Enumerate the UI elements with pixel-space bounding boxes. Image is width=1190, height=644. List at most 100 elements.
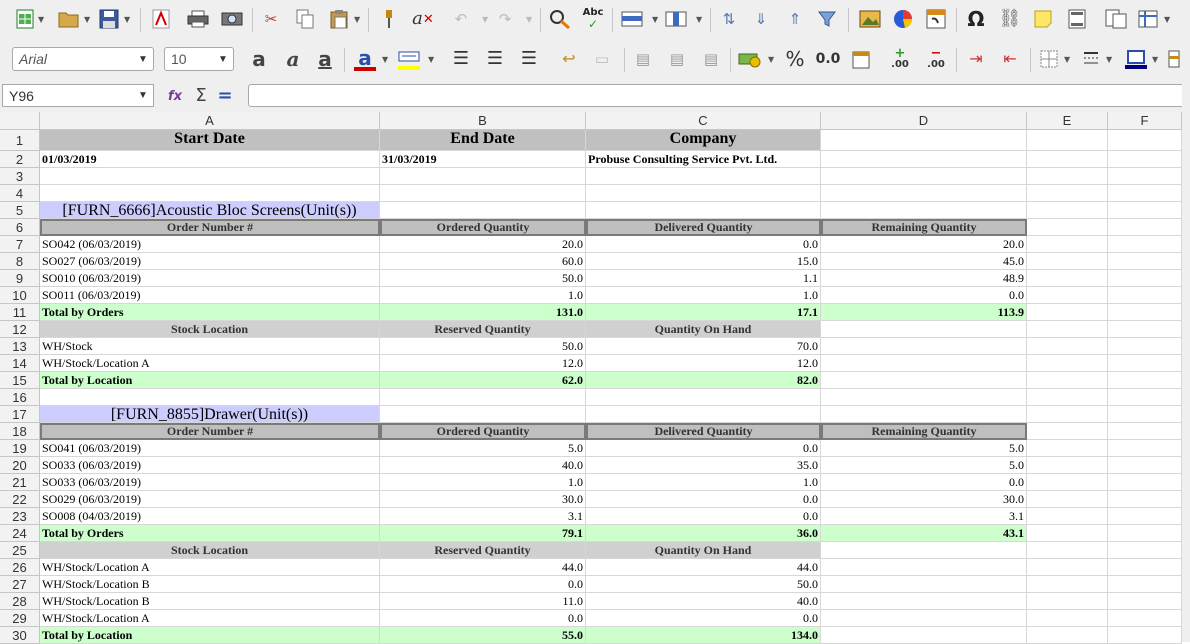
save-icon[interactable]: [98, 8, 120, 30]
empty-cell[interactable]: [821, 576, 1027, 593]
empty-cell[interactable]: [1027, 508, 1108, 525]
row-header[interactable]: 27: [0, 576, 40, 593]
new-document-icon[interactable]: [14, 8, 36, 30]
order-number-cell[interactable]: SO042 (06/03/2019): [40, 236, 380, 253]
column-header[interactable]: E: [1027, 112, 1108, 130]
empty-cell[interactable]: [380, 202, 586, 219]
empty-cell[interactable]: [1027, 491, 1108, 508]
product-section-title[interactable]: [FURN_6666]Acoustic Bloc Screens(Unit(s)…: [40, 202, 380, 219]
location-total-cell[interactable]: Total by Location: [40, 372, 380, 389]
empty-cell[interactable]: [1027, 202, 1108, 219]
define-print-area-icon[interactable]: [1104, 8, 1128, 30]
empty-cell[interactable]: [1027, 185, 1108, 202]
empty-cell[interactable]: [1027, 440, 1108, 457]
redo-icon[interactable]: ↷: [494, 8, 516, 30]
undo-dropdown-icon[interactable]: ▼: [482, 15, 488, 24]
order-quantity-cell[interactable]: 0.0: [821, 287, 1027, 304]
order-quantity-cell[interactable]: 1.0: [586, 474, 821, 491]
align-center-icon[interactable]: ☰: [484, 48, 506, 70]
clone-formatting-icon[interactable]: [378, 8, 400, 30]
location-total-cell[interactable]: 55.0: [380, 627, 586, 644]
order-quantity-cell[interactable]: 1.1: [586, 270, 821, 287]
order-quantity-cell[interactable]: 0.0: [586, 236, 821, 253]
empty-cell[interactable]: [1108, 576, 1182, 593]
order-quantity-cell[interactable]: 5.0: [380, 440, 586, 457]
location-quantity-cell[interactable]: 40.0: [586, 593, 821, 610]
name-box[interactable]: Y96 ▼: [2, 84, 154, 107]
order-quantity-cell[interactable]: 50.0: [380, 270, 586, 287]
empty-cell[interactable]: [821, 151, 1027, 168]
empty-cell[interactable]: [821, 202, 1027, 219]
order-column-header[interactable]: Order Number #: [40, 219, 380, 236]
order-quantity-cell[interactable]: 15.0: [586, 253, 821, 270]
empty-cell[interactable]: [821, 559, 1027, 576]
end-date-value[interactable]: 31/03/2019: [380, 151, 586, 168]
order-total-cell[interactable]: 79.1: [380, 525, 586, 542]
empty-cell[interactable]: [821, 130, 1027, 151]
font-color-icon[interactable]: a: [352, 46, 378, 74]
row-header[interactable]: 30: [0, 627, 40, 644]
align-right-icon[interactable]: ☰: [518, 48, 540, 70]
border-color-dropdown-icon[interactable]: ▼: [1152, 55, 1158, 64]
empty-cell[interactable]: [1027, 168, 1108, 185]
empty-cell[interactable]: [1027, 130, 1108, 151]
empty-cell[interactable]: [821, 338, 1027, 355]
empty-cell[interactable]: [1108, 491, 1182, 508]
product-section-title[interactable]: [FURN_8855]Drawer(Unit(s)): [40, 406, 380, 423]
order-quantity-cell[interactable]: 48.9: [821, 270, 1027, 287]
order-total-cell[interactable]: 131.0: [380, 304, 586, 321]
order-number-cell[interactable]: SO010 (06/03/2019): [40, 270, 380, 287]
location-quantity-cell[interactable]: 44.0: [586, 559, 821, 576]
highlight-color-icon[interactable]: [396, 48, 422, 72]
empty-cell[interactable]: [1108, 610, 1182, 627]
location-quantity-cell[interactable]: 12.0: [380, 355, 586, 372]
empty-cell[interactable]: [380, 406, 586, 423]
formula-equals-icon[interactable]: =: [214, 86, 236, 106]
empty-cell[interactable]: [1027, 610, 1108, 627]
order-quantity-cell[interactable]: 5.0: [821, 457, 1027, 474]
empty-cell[interactable]: [1108, 253, 1182, 270]
clear-formatting-icon[interactable]: a ✕: [410, 8, 436, 30]
location-total-cell[interactable]: 62.0: [380, 372, 586, 389]
font-size-combobox[interactable]: 10 ▼: [164, 47, 234, 71]
order-quantity-cell[interactable]: 1.0: [380, 287, 586, 304]
order-number-cell[interactable]: SO011 (06/03/2019): [40, 287, 380, 304]
empty-cell[interactable]: [1108, 236, 1182, 253]
number-format-icon[interactable]: 0.0: [814, 48, 842, 70]
empty-cell[interactable]: [1027, 576, 1108, 593]
empty-cell[interactable]: [1027, 389, 1108, 406]
order-quantity-cell[interactable]: 20.0: [821, 236, 1027, 253]
row-header[interactable]: 9: [0, 270, 40, 287]
empty-cell[interactable]: [821, 542, 1027, 559]
empty-cell[interactable]: [1027, 219, 1108, 236]
comment-icon[interactable]: [1032, 8, 1054, 30]
order-quantity-cell[interactable]: 1.0: [380, 474, 586, 491]
row-header[interactable]: 14: [0, 355, 40, 372]
column-dropdown-icon[interactable]: ▼: [696, 15, 702, 24]
row-header[interactable]: 13: [0, 338, 40, 355]
order-total-cell[interactable]: Total by Orders: [40, 304, 380, 321]
freeze-rows-columns-icon[interactable]: [1136, 8, 1160, 30]
end-date-label[interactable]: End Date: [380, 130, 586, 151]
location-total-cell[interactable]: 82.0: [586, 372, 821, 389]
add-decimal-icon[interactable]: + .00: [886, 46, 914, 72]
open-folder-icon[interactable]: [58, 8, 80, 30]
empty-cell[interactable]: [1108, 440, 1182, 457]
column-header[interactable]: D: [821, 112, 1027, 130]
row-header[interactable]: 24: [0, 525, 40, 542]
font-name-combobox[interactable]: Arial ▼: [12, 47, 154, 71]
row-header[interactable]: 2: [0, 151, 40, 168]
order-column-header[interactable]: Remaining Quantity: [821, 219, 1027, 236]
merge-cells-icon[interactable]: ▭: [590, 48, 614, 70]
location-quantity-cell[interactable]: 50.0: [586, 576, 821, 593]
order-quantity-cell[interactable]: 30.0: [821, 491, 1027, 508]
undo-icon[interactable]: ↶: [450, 8, 472, 30]
empty-cell[interactable]: [1108, 457, 1182, 474]
empty-cell[interactable]: [1108, 389, 1182, 406]
empty-cell[interactable]: [821, 321, 1027, 338]
order-column-header[interactable]: Order Number #: [40, 423, 380, 440]
location-quantity-cell[interactable]: 70.0: [586, 338, 821, 355]
empty-cell[interactable]: [1027, 593, 1108, 610]
order-quantity-cell[interactable]: 3.1: [821, 508, 1027, 525]
conditional-format-icon[interactable]: [1166, 48, 1182, 70]
